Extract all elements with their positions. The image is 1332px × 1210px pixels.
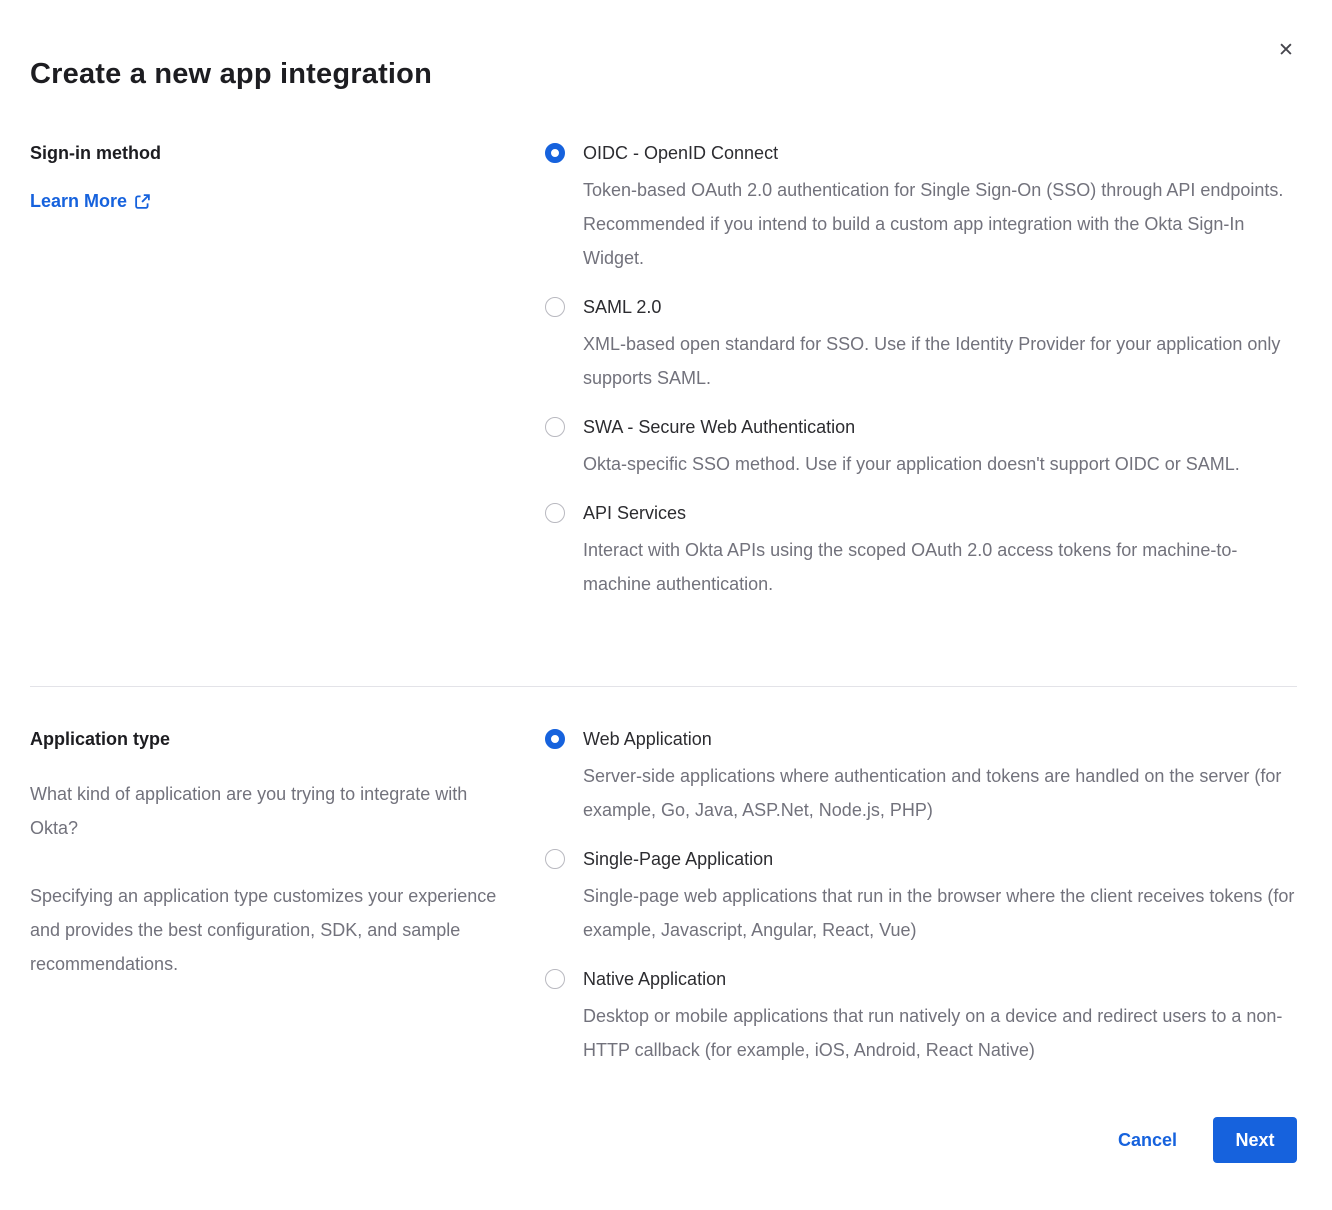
radio-icon-native-application[interactable]: [545, 969, 565, 989]
option-oidc-description: Token-based OAuth 2.0 authentication for…: [583, 173, 1297, 275]
signin-method-options: OIDC - OpenID Connect Token-based OAuth …: [545, 141, 1297, 621]
application-type-left-column: Application type What kind of applicatio…: [30, 727, 545, 981]
option-api-services-label: API Services: [583, 501, 1297, 525]
option-web-application-description: Server-side applications where authentic…: [583, 759, 1297, 827]
signin-method-left-column: Sign-in method Learn More: [30, 141, 545, 212]
option-native-application-label: Native Application: [583, 967, 1297, 991]
application-type-label: Application type: [30, 727, 500, 751]
option-saml-label: SAML 2.0: [583, 295, 1297, 319]
radio-icon-oidc[interactable]: [545, 143, 565, 163]
option-native-application-description: Desktop or mobile applications that run …: [583, 999, 1297, 1067]
signin-method-section: Sign-in method Learn More OIDC - OpenID …: [30, 141, 1297, 621]
option-native-application[interactable]: Native Application Desktop or mobile app…: [545, 967, 1297, 1067]
next-button[interactable]: Next: [1213, 1117, 1297, 1163]
external-link-icon: [134, 193, 151, 210]
option-api-services[interactable]: API Services Interact with Okta APIs usi…: [545, 501, 1297, 601]
radio-icon-saml[interactable]: [545, 297, 565, 317]
option-saml[interactable]: SAML 2.0 XML-based open standard for SSO…: [545, 295, 1297, 395]
option-api-services-description: Interact with Okta APIs using the scoped…: [583, 533, 1297, 601]
radio-icon-web-application[interactable]: [545, 729, 565, 749]
application-type-question: What kind of application are you trying …: [30, 777, 500, 845]
create-app-integration-dialog: ✕ Create a new app integration Sign-in m…: [0, 0, 1332, 1210]
option-web-application-label: Web Application: [583, 727, 1297, 751]
option-swa[interactable]: SWA - Secure Web Authentication Okta-spe…: [545, 415, 1297, 481]
option-single-page-application-label: Single-Page Application: [583, 847, 1297, 871]
option-oidc-label: OIDC - OpenID Connect: [583, 141, 1297, 165]
section-divider: [30, 686, 1297, 687]
option-saml-description: XML-based open standard for SSO. Use if …: [583, 327, 1297, 395]
radio-icon-swa[interactable]: [545, 417, 565, 437]
cancel-button[interactable]: Cancel: [1118, 1130, 1177, 1151]
radio-icon-api-services[interactable]: [545, 503, 565, 523]
close-icon[interactable]: ✕: [1272, 36, 1300, 64]
application-type-help-text: Specifying an application type customize…: [30, 879, 500, 981]
signin-method-label: Sign-in method: [30, 141, 500, 165]
option-web-application[interactable]: Web Application Server-side applications…: [545, 727, 1297, 827]
option-single-page-application[interactable]: Single-Page Application Single-page web …: [545, 847, 1297, 947]
option-single-page-application-description: Single-page web applications that run in…: [583, 879, 1297, 947]
option-oidc[interactable]: OIDC - OpenID Connect Token-based OAuth …: [545, 141, 1297, 275]
option-swa-label: SWA - Secure Web Authentication: [583, 415, 1297, 439]
learn-more-link[interactable]: Learn More: [30, 191, 151, 212]
learn-more-label: Learn More: [30, 191, 127, 212]
dialog-title: Create a new app integration: [30, 58, 432, 91]
radio-icon-single-page-application[interactable]: [545, 849, 565, 869]
dialog-footer: Cancel Next: [1118, 1117, 1297, 1163]
option-swa-description: Okta-specific SSO method. Use if your ap…: [583, 447, 1297, 481]
application-type-options: Web Application Server-side applications…: [545, 727, 1297, 1087]
application-type-section: Application type What kind of applicatio…: [30, 727, 1297, 1087]
